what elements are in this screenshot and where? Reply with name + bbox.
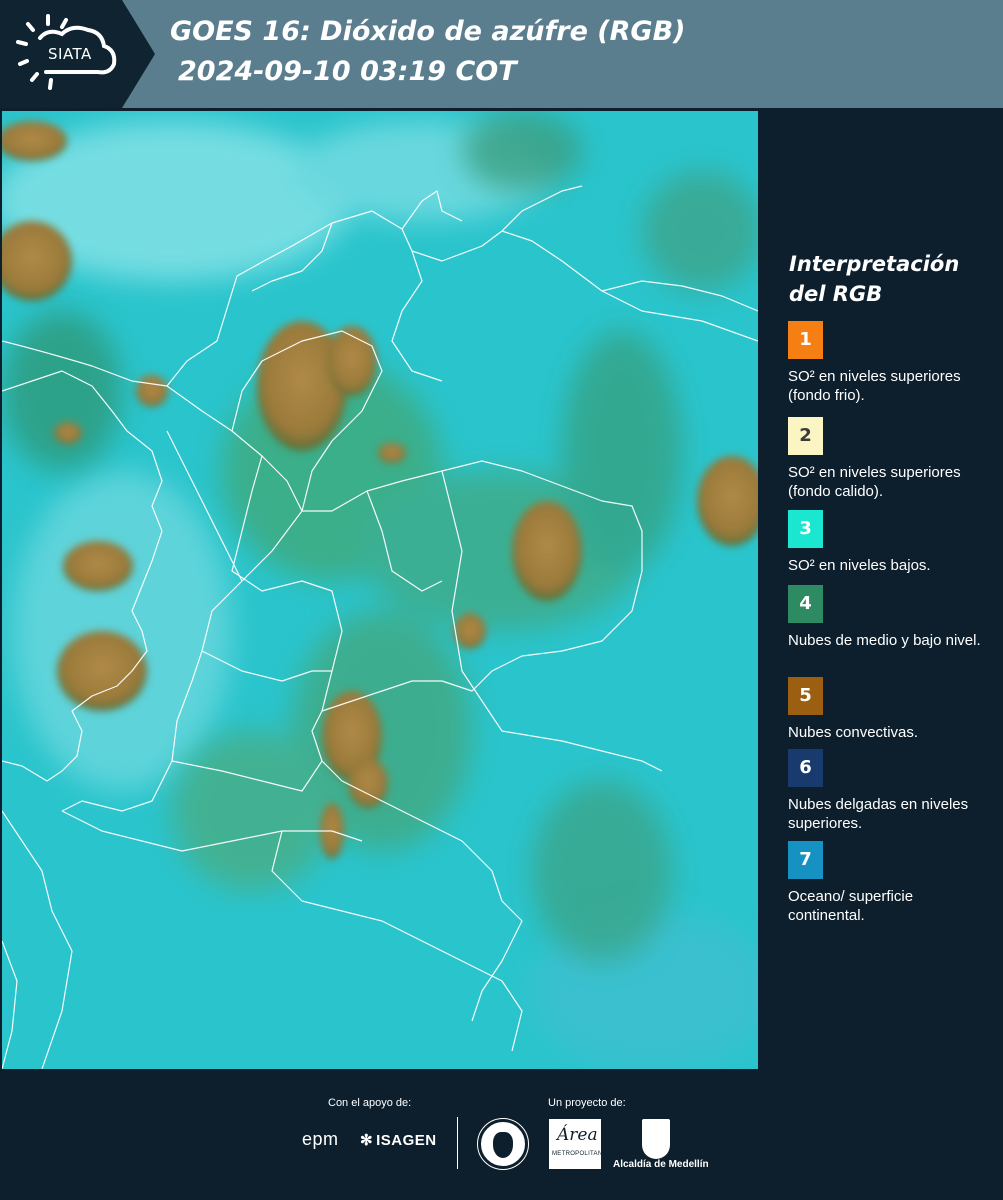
- legend-item-3: 3 SO² en niveles bajos.: [788, 510, 993, 575]
- page-title: GOES 16: Dióxido de azúfre (RGB): [170, 16, 686, 47]
- support-label: Con el apoyo de:: [328, 1097, 412, 1109]
- legend-swatch: 2: [788, 417, 823, 455]
- legend-label: Nubes delgadas en niveles superiores.: [788, 796, 969, 832]
- legend-swatch: 6: [788, 749, 823, 787]
- legend-swatch: 1: [788, 321, 823, 359]
- project-label: Un proyecto de:: [548, 1097, 626, 1109]
- alcaldia-logo-text: Alcaldía de Medellín: [613, 1159, 709, 1170]
- legend-title-line2: del RGB: [789, 282, 883, 306]
- satellite-image: [2, 111, 758, 1069]
- legend-label: SO² en niveles superiores (fondo frio).: [788, 368, 961, 404]
- alcaldia-shield-icon: [642, 1119, 670, 1159]
- timestamp: 2024-09-10 03:19 COT: [178, 56, 517, 87]
- epm-logo: epm: [302, 1129, 339, 1149]
- header-bar: SIATA GOES 16: Dióxido de azúfre (RGB) 2…: [0, 0, 1003, 108]
- legend-label: Nubes convectivas.: [788, 724, 919, 741]
- legend-item-1: 1 SO² en niveles superiores (fondo frio)…: [788, 321, 993, 405]
- legend-label: Nubes de medio y bajo nivel.: [788, 632, 981, 649]
- footer: Con el apoyo de: Un proyecto de: epm ✻ IS…: [0, 1069, 1003, 1200]
- legend-item-4: 4 Nubes de medio y bajo nivel.: [788, 585, 993, 650]
- legend-title: Interpretación del RGB: [789, 249, 989, 309]
- legend-item-7: 7 Oceano/ superficie continental.: [788, 841, 993, 925]
- legend-label: Oceano/ superficie continental.: [788, 888, 914, 924]
- legend-item-6: 6 Nubes delgadas en niveles superiores.: [788, 749, 993, 833]
- area-logo-subtext: METROPOLITANA: [552, 1151, 607, 1157]
- legend-swatch: 3: [788, 510, 823, 548]
- isagen-logo: ✻ ISAGEN: [360, 1131, 437, 1149]
- legend-item-5: 5 Nubes convectivas.: [788, 677, 993, 742]
- area-logo-text: Área: [557, 1125, 598, 1145]
- isagen-logo-text: ISAGEN: [376, 1132, 437, 1149]
- legend-swatch: 7: [788, 841, 823, 879]
- medellin-seal-logo: [477, 1118, 529, 1170]
- siata-logo: SIATA: [0, 0, 155, 108]
- footer-divider: [457, 1117, 458, 1169]
- isagen-mark-icon: ✻: [360, 1132, 374, 1149]
- legend-label: SO² en niveles superiores (fondo calido)…: [788, 464, 961, 500]
- seal-emblem-icon: [493, 1132, 513, 1158]
- legend-swatch: 4: [788, 585, 823, 623]
- legend-title-line1: Interpretación: [789, 252, 960, 276]
- legend-panel: Interpretación del RGB 1 SO² en niveles …: [760, 111, 1003, 1069]
- legend-swatch: 5: [788, 677, 823, 715]
- satellite-map: [2, 111, 758, 1069]
- legend-item-2: 2 SO² en niveles superiores (fondo calid…: [788, 417, 993, 501]
- area-metropolitana-logo: Área METROPOLITANA: [549, 1119, 606, 1169]
- siata-logo-text: SIATA: [48, 45, 92, 63]
- legend-label: SO² en niveles bajos.: [788, 557, 931, 574]
